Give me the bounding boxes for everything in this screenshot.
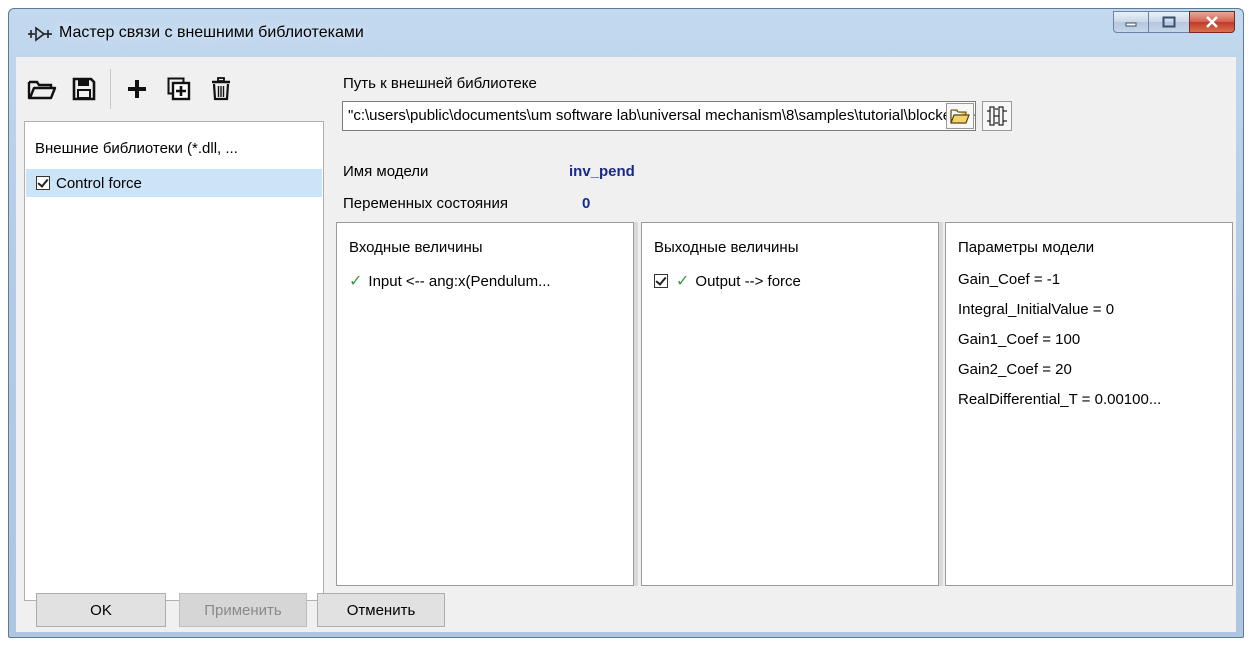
duplicate-icon <box>167 77 191 101</box>
window-title: Мастер связи с внешними библиотеками <box>59 24 364 41</box>
duplicate-button[interactable] <box>161 71 197 107</box>
outputs-title: Выходные величины <box>654 239 799 256</box>
output-item-label: Output --> force <box>695 272 801 290</box>
parameter-item[interactable]: Integral_InitialValue = 0 <box>958 301 1114 318</box>
add-icon <box>128 80 146 98</box>
parameter-item[interactable]: Gain_Coef = -1 <box>958 271 1060 288</box>
model-name-label: Имя модели <box>343 163 429 180</box>
library-toolbar <box>24 65 314 113</box>
caption-buttons <box>1113 11 1235 33</box>
state-variables-label: Переменных состояния <box>343 195 508 212</box>
model-name-value: inv_pend <box>569 163 635 180</box>
ok-button[interactable]: OK <box>36 593 166 627</box>
inputs-panel[interactable]: Входные величины ✓ Input <-- ang:x(Pendu… <box>336 222 634 586</box>
browse-button[interactable] <box>946 103 974 129</box>
minimize-icon <box>1125 22 1137 27</box>
save-button[interactable] <box>66 71 102 107</box>
apply-button[interactable]: Применить <box>179 593 307 627</box>
dialog-window: Мастер связи с внешними библиотеками Вне… <box>8 8 1244 638</box>
path-label: Путь к внешней библиотеке <box>343 75 537 92</box>
dialog-client: Внешние библиотеки (*.dll, ... Control f… <box>16 57 1236 632</box>
save-icon <box>72 77 96 101</box>
input-item-label: Input <-- ang:x(Pendulum... <box>368 272 551 290</box>
parameter-item[interactable]: RealDifferential_T = 0.00100... <box>958 391 1161 408</box>
close-icon <box>1206 16 1218 28</box>
library-settings-icon <box>987 106 1007 126</box>
cancel-button[interactable]: Отменить <box>317 593 445 627</box>
output-item[interactable]: ✓ Output --> force <box>654 271 801 291</box>
toolbar-separator <box>110 69 111 109</box>
panel-divider <box>634 222 638 586</box>
minimize-button[interactable] <box>1113 11 1149 33</box>
library-list-header: Внешние библиотеки (*.dll, ... <box>35 140 238 157</box>
delete-icon <box>212 77 230 101</box>
close-button[interactable] <box>1189 11 1235 33</box>
state-variables-value: 0 <box>582 195 591 212</box>
input-item[interactable]: ✓ Input <-- ang:x(Pendulum... <box>349 271 551 291</box>
ok-check-icon: ✓ <box>676 273 690 290</box>
parameter-item[interactable]: Gain1_Coef = 100 <box>958 331 1080 348</box>
library-item[interactable]: Control force <box>26 169 322 197</box>
wizard-app-icon <box>28 26 52 42</box>
panel-divider <box>939 222 943 586</box>
outputs-panel[interactable]: Выходные величины ✓ Output --> force <box>641 222 939 586</box>
ok-check-icon: ✓ <box>349 273 363 290</box>
parameter-item[interactable]: Gain2_Coef = 20 <box>958 361 1072 378</box>
output-item-checkbox[interactable] <box>654 274 668 288</box>
library-list[interactable]: Внешние библиотеки (*.dll, ... Control f… <box>24 121 324 601</box>
parameters-title: Параметры модели <box>958 239 1095 256</box>
library-item-label: Control force <box>56 174 142 192</box>
library-path-input[interactable]: "c:\users\public\documents\um software l… <box>342 101 976 131</box>
library-item-checkbox[interactable] <box>36 176 50 190</box>
open-icon <box>27 80 57 100</box>
open-folder-icon <box>950 109 970 124</box>
delete-button[interactable] <box>203 71 239 107</box>
library-settings-button[interactable] <box>982 101 1012 131</box>
maximize-button[interactable] <box>1148 11 1190 33</box>
add-button[interactable] <box>119 71 155 107</box>
title-bar[interactable]: Мастер связи с внешними библиотеками <box>9 9 1243 57</box>
parameters-panel[interactable]: Параметры модели Gain_Coef = -1 Integral… <box>945 222 1233 586</box>
open-button[interactable] <box>24 71 60 107</box>
inputs-title: Входные величины <box>349 239 483 256</box>
restore-icon <box>1162 16 1176 28</box>
